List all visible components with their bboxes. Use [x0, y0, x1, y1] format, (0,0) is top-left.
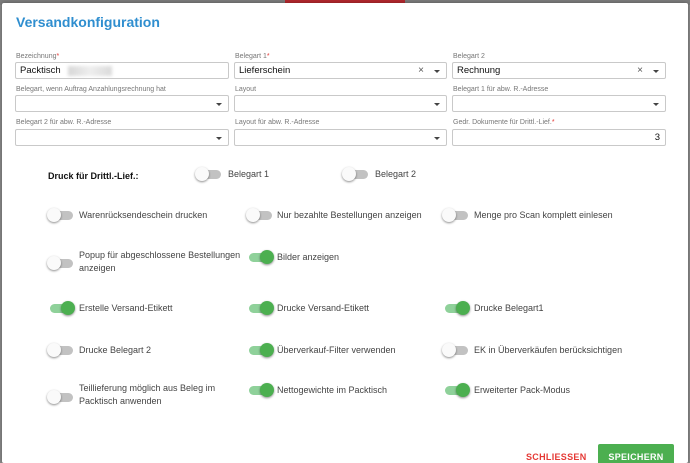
toggle-knob [47, 208, 61, 222]
ek-ueberverkaeufe-label: EK in Überverkäufen berücksichtigen [474, 345, 623, 355]
belegart1-label: Belegart 1* [235, 53, 270, 60]
drucke-belegart2-toggle[interactable] [47, 340, 81, 360]
toggle-knob [342, 167, 356, 181]
belegart1-abw-select[interactable] [452, 95, 666, 112]
toggle-knob [47, 256, 61, 270]
dialog-title: Versandkonfiguration [16, 14, 160, 30]
drucke-belegart2-label: Drucke Belegart 2 [79, 345, 152, 355]
drucke-versand-etikett-label: Drucke Versand-Etikett [277, 303, 370, 313]
bilder-anzeigen-label: Bilder anzeigen [277, 252, 340, 262]
teillieferung-toggle[interactable] [47, 387, 81, 407]
nur-bezahlte-toggle[interactable] [246, 205, 280, 225]
chevron-down-icon[interactable] [434, 103, 440, 106]
toggle-knob [260, 383, 274, 397]
bilder-anzeigen-toggle[interactable] [246, 247, 280, 267]
drucke-belegart1-label: Drucke Belegart1 [474, 303, 544, 313]
chevron-down-icon[interactable] [216, 103, 222, 106]
toggle-knob [442, 208, 456, 222]
popup-abgeschlossen-toggle[interactable] [47, 253, 81, 273]
belegart-anzahlung-label: Belegart, wenn Auftrag Anzahlungsrechnun… [16, 86, 166, 93]
popup-abgeschlossen-label: Popup für abgeschlossene Bestellungen anz… [79, 250, 241, 273]
toggle-knob [195, 167, 209, 181]
chevron-down-icon[interactable] [653, 103, 659, 106]
belegart1-clear-icon[interactable]: × [418, 65, 424, 77]
menge-pro-scan-label: Menge pro Scan komplett einlesen [474, 210, 613, 220]
layout-abw-select[interactable] [234, 129, 447, 146]
belegart2-abw-select[interactable] [15, 129, 229, 146]
erstelle-versand-etikett-label: Erstelle Versand-Etikett [79, 303, 173, 313]
toggle-knob [246, 208, 260, 222]
bezeichnung-input[interactable]: Packtisch [15, 62, 229, 79]
gedr-dokumente-label: Gedr. Dokumente für Drittl.-Lief.* [453, 119, 555, 126]
druck-belegart2-label: Belegart 2 [375, 169, 417, 179]
chevron-down-icon[interactable] [434, 137, 440, 140]
chevron-down-icon[interactable] [434, 70, 440, 73]
ueberverkauf-filter-toggle[interactable] [246, 340, 280, 360]
toggle-knob [260, 250, 274, 264]
gedr-dokumente-input[interactable]: 3 [452, 129, 666, 146]
erstelle-versand-etikett-toggle[interactable] [47, 298, 81, 318]
toggle-knob [47, 390, 61, 404]
teillieferung-label: Teillieferung möglich aus Beleg im Packti… [79, 383, 216, 406]
belegart1-select[interactable]: Lieferschein × [234, 62, 447, 79]
toggle-knob [260, 301, 274, 315]
layout-abw-label: Layout für abw. R.-Adresse [235, 119, 320, 126]
ek-ueberverkaeufe-toggle[interactable] [442, 340, 476, 360]
gedr-dokumente-value: 3 [654, 132, 660, 143]
nettogewichte-label: Nettogewichte im Packtisch [277, 385, 388, 395]
toggle-knob [456, 383, 470, 397]
menge-pro-scan-toggle[interactable] [442, 205, 476, 225]
chevron-down-icon[interactable] [216, 137, 222, 140]
belegart2-select[interactable]: Rechnung × [452, 62, 666, 79]
versand-config-dialog: Versandkonfiguration Bezeichnung* Packti… [2, 3, 688, 463]
warenruecksendeschein-label: Warenrücksendeschein drucken [79, 210, 208, 220]
belegart2-value: Rechnung [457, 65, 501, 76]
druck-belegart1-label: Belegart 1 [228, 169, 270, 179]
erweiterter-pack-modus-label: Erweiterter Pack-Modus [474, 385, 571, 395]
toggle-knob [61, 301, 75, 315]
drucke-belegart1-toggle[interactable] [442, 298, 476, 318]
belegart2-clear-icon[interactable]: × [637, 65, 643, 77]
chevron-down-icon[interactable] [653, 70, 659, 73]
toggle-knob [260, 343, 274, 357]
druck-belegart1-toggle[interactable] [195, 164, 229, 184]
warenruecksendeschein-toggle[interactable] [47, 205, 81, 225]
nur-bezahlte-label: Nur bezahlte Bestellungen anzeigen [277, 210, 422, 220]
druck-drittl-label: Druck für Drittl.-Lief.: [48, 171, 139, 181]
save-button[interactable]: SPEICHERN [598, 444, 674, 463]
belegart2-label: Belegart 2 [453, 53, 485, 60]
erweiterter-pack-modus-toggle[interactable] [442, 380, 476, 400]
belegart1-value: Lieferschein [239, 65, 291, 76]
belegart2-abw-label: Belegart 2 für abw. R.-Adresse [16, 119, 112, 126]
close-button[interactable]: SCHLIESSEN [526, 452, 587, 462]
ueberverkauf-filter-label: Überverkauf-Filter verwenden [277, 345, 396, 355]
drucke-versand-etikett-toggle[interactable] [246, 298, 280, 318]
bezeichnung-value: Packtisch [20, 65, 61, 76]
toggle-knob [47, 343, 61, 357]
belegart1-abw-label: Belegart 1 für abw. R.-Adresse [453, 86, 549, 93]
layout-select[interactable] [234, 95, 447, 112]
redacted-text [68, 66, 112, 76]
layout-label: Layout [235, 86, 257, 93]
druck-belegart2-toggle[interactable] [342, 164, 376, 184]
toggle-knob [442, 343, 456, 357]
nettogewichte-toggle[interactable] [246, 380, 280, 400]
toggle-knob [456, 301, 470, 315]
bezeichnung-label: Bezeichnung* [16, 53, 60, 60]
belegart-anzahlung-select[interactable] [15, 95, 229, 112]
